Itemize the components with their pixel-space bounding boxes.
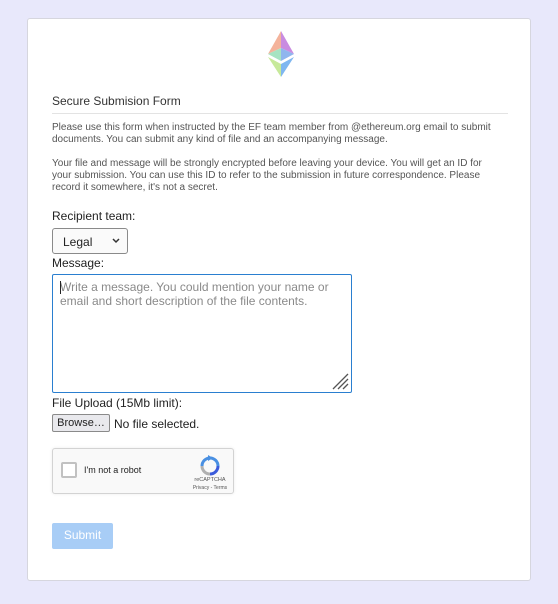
recaptcha-checkbox-label: I'm not a robot xyxy=(84,465,142,475)
form-title: Secure Submision Form xyxy=(52,94,181,108)
title-divider xyxy=(52,113,508,114)
ethereum-logo-icon xyxy=(268,31,294,77)
recaptcha-brand: reCAPTCHA xyxy=(194,477,226,483)
file-upload-label: File Upload (15Mb limit): xyxy=(52,396,183,410)
chevron-down-icon xyxy=(112,238,120,244)
no-file-status: No file selected. xyxy=(114,417,200,431)
recipient-select[interactable]: Legal xyxy=(52,228,128,254)
encryption-paragraph: Your file and message will be strongly e… xyxy=(52,158,482,193)
submit-button[interactable]: Submit xyxy=(52,523,113,549)
message-placeholder: Write a message. You could mention your … xyxy=(60,280,329,308)
recaptcha-checkbox[interactable] xyxy=(61,462,77,478)
recaptcha-links[interactable]: Privacy - Terms xyxy=(190,485,230,491)
recaptcha-widget: I'm not a robot reCAPTCHA Privacy - Term… xyxy=(52,448,234,494)
message-label: Message: xyxy=(52,256,105,270)
intro-paragraph: Please use this form when instructed by … xyxy=(52,122,491,145)
form-card: Secure Submision Form Please use this fo… xyxy=(27,18,531,581)
recipient-selected-value: Legal xyxy=(63,235,93,249)
recipient-label: Recipient team: xyxy=(52,209,136,223)
resize-grip-icon[interactable] xyxy=(329,370,349,390)
message-textarea[interactable]: Write a message. You could mention your … xyxy=(52,274,352,393)
recaptcha-icon xyxy=(200,455,220,476)
text-caret xyxy=(60,281,61,294)
browse-button[interactable]: Browse… xyxy=(52,414,110,432)
